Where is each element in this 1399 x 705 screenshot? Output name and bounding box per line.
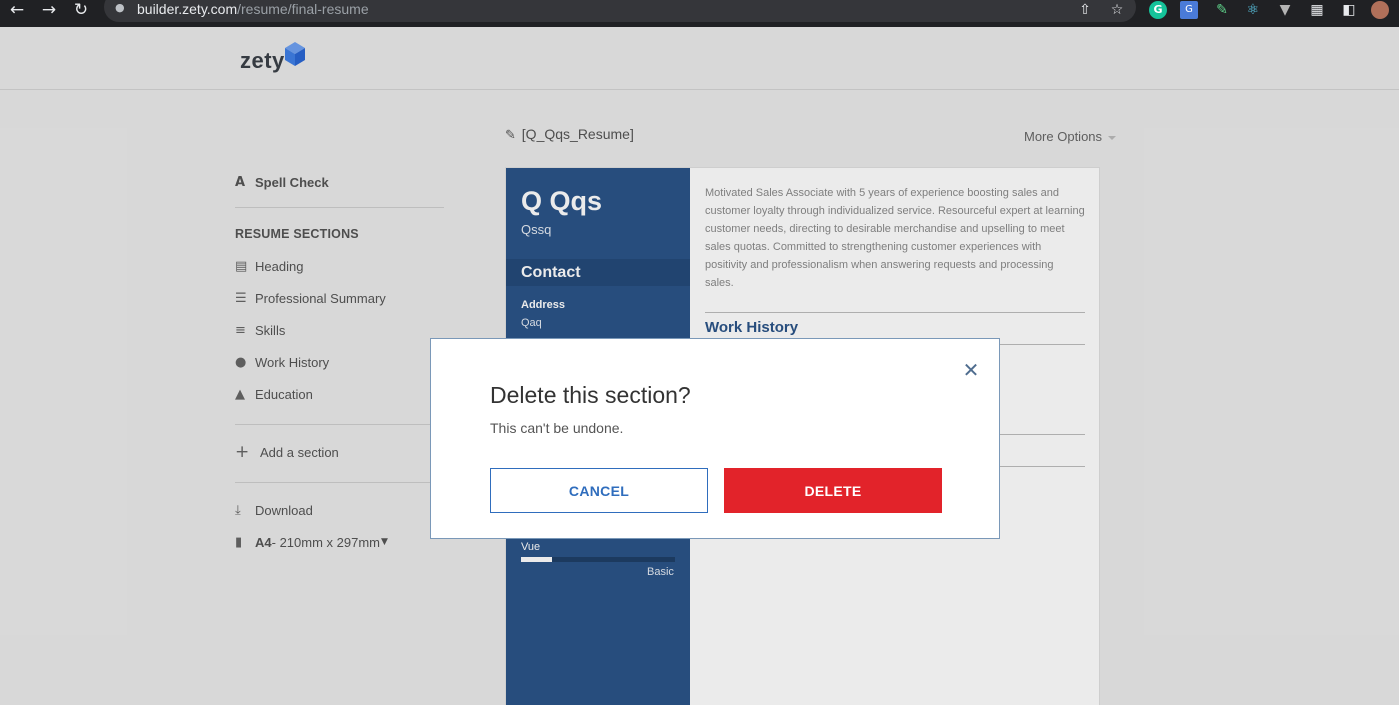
avatar[interactable] <box>1371 1 1389 19</box>
translate-icon[interactable]: G <box>1180 1 1198 19</box>
share-icon[interactable]: ⇧ <box>1076 1 1094 19</box>
arrow-right-icon[interactable]: → <box>38 0 60 20</box>
star-icon[interactable]: ☆ <box>1108 1 1126 19</box>
pen-extension-icon[interactable]: ✎ <box>1213 1 1231 19</box>
sidebar-toggle-icon[interactable]: ◧ <box>1340 1 1358 19</box>
grammarly-icon[interactable]: G <box>1149 1 1167 19</box>
reload-icon[interactable]: ↻ <box>70 0 92 20</box>
puzzle-icon[interactable]: ▦ <box>1308 1 1326 19</box>
cancel-button[interactable]: CANCEL <box>490 468 708 513</box>
url-text[interactable]: builder.zety.com/resume/final-resume <box>137 1 369 18</box>
close-icon[interactable]: ✕ <box>962 360 980 380</box>
dialog-title: Delete this section? <box>490 382 691 408</box>
browser-toolbar: ← → ↻ ● builder.zety.com/resume/final-re… <box>0 0 1399 27</box>
delete-section-dialog: ✕ Delete this section? This can't be und… <box>430 338 1000 539</box>
arrow-left-icon[interactable]: ← <box>6 0 28 20</box>
vue-devtools-icon[interactable]: ▼ <box>1276 1 1294 19</box>
url-host: builder.zety.com <box>137 1 238 17</box>
url-path: /resume/final-resume <box>237 1 369 17</box>
lock-icon: ● <box>115 1 125 14</box>
delete-button[interactable]: DELETE <box>724 468 942 513</box>
dialog-subtitle: This can't be undone. <box>490 420 624 436</box>
react-devtools-icon[interactable]: ⚛ <box>1244 1 1262 19</box>
